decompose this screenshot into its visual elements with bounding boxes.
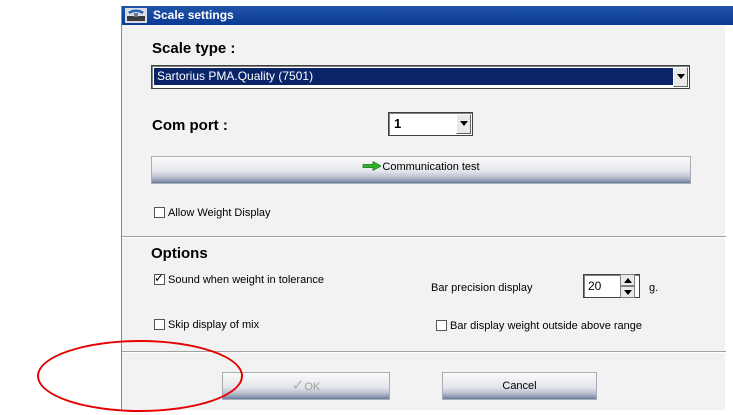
bar-precision-label: Bar precision display (431, 282, 533, 294)
sound-tolerance-checkbox[interactable]: ✓ Sound when weight in tolerance (154, 271, 324, 287)
checkbox-box[interactable] (154, 207, 165, 218)
arrow-up-icon (624, 278, 632, 283)
cancel-button[interactable]: Cancel (442, 372, 597, 400)
check-mark-icon: ✓ (154, 271, 165, 285)
communication-test-label: Communication test (382, 161, 480, 173)
section-divider (122, 236, 726, 238)
bar-outside-range-checkbox[interactable]: Bar display weight outside above range (436, 320, 642, 333)
scale-type-dropdown-button[interactable] (673, 67, 688, 87)
checkbox-box[interactable] (436, 320, 447, 331)
scale-type-select[interactable]: Sartorius PMA.Quality (7501) (151, 65, 690, 89)
spin-down-button[interactable] (620, 286, 635, 298)
annotation-ellipse (37, 340, 243, 412)
skip-display-mix-checkbox[interactable]: Skip display of mix (154, 319, 259, 332)
com-port-select[interactable]: 1 (388, 112, 473, 136)
bar-precision-value: 20 (588, 279, 602, 293)
ok-button[interactable]: ✓OK (222, 372, 390, 400)
bar-precision-unit: g. (649, 282, 659, 294)
scale-app-icon (125, 8, 147, 23)
allow-weight-display-label: Allow Weight Display (168, 207, 271, 219)
ok-label: OK (304, 381, 321, 393)
chevron-down-icon (677, 74, 685, 79)
scale-type-value: Sartorius PMA.Quality (7501) (154, 68, 673, 85)
checkbox-box[interactable]: ✓ (154, 271, 165, 285)
allow-weight-display-checkbox[interactable]: Allow Weight Display (154, 207, 271, 220)
communication-test-button[interactable]: Communication test (151, 156, 691, 184)
scale-type-heading: Scale type : (152, 40, 236, 57)
spin-up-button[interactable] (620, 274, 635, 286)
options-heading: Options (151, 245, 208, 262)
chevron-down-icon (460, 121, 468, 126)
window-title: Scale settings (153, 8, 234, 22)
com-port-heading: Com port : (152, 117, 228, 134)
bar-precision-spinner[interactable] (620, 274, 635, 298)
bar-outside-range-label: Bar display weight outside above range (450, 320, 643, 332)
arrow-down-icon (624, 290, 632, 295)
skip-display-mix-label: Skip display of mix (168, 319, 260, 331)
cancel-label: Cancel (502, 380, 537, 392)
check-mark-icon: ✓ (291, 377, 305, 394)
checkbox-box[interactable] (154, 319, 165, 330)
com-port-value: 1 (394, 116, 402, 131)
green-arrow-icon (363, 160, 383, 172)
sound-tolerance-label: Sound when weight in tolerance (168, 274, 324, 286)
title-bar: Scale settings (122, 6, 733, 25)
com-port-dropdown-button[interactable] (456, 114, 471, 134)
